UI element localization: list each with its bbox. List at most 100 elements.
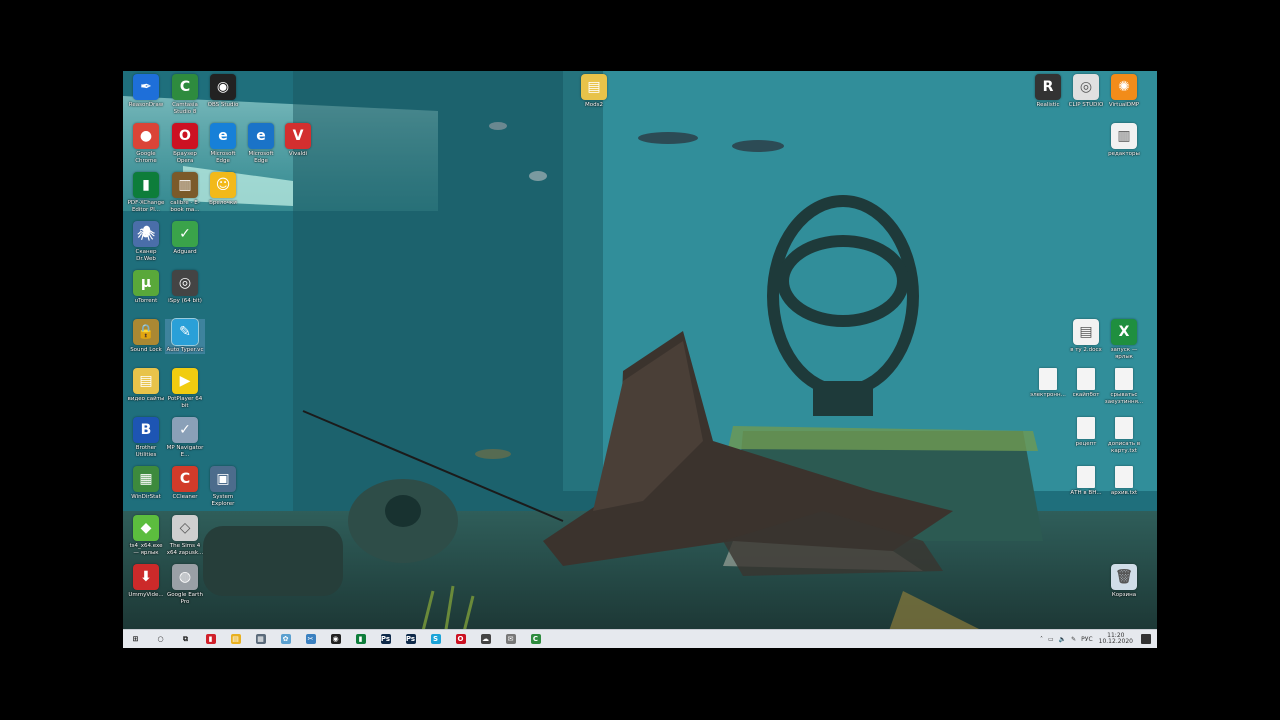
desktop-icon-opera[interactable]: O Браузер Opera [165,123,205,164]
desktop-icon-camtasia[interactable]: C Camtasia Studio 8 [165,74,205,115]
app-icon [1115,417,1133,439]
desktop-icon-utorrent[interactable]: µ uTorrent [126,270,166,305]
desktop-icon-label: Adguard [173,249,197,255]
desktop-icon-ccleaner[interactable]: C CCleaner [165,466,205,501]
desktop-icon-file7[interactable]: архив.txt [1104,466,1144,497]
app-icon: B [133,417,159,443]
desktop-icon-file6[interactable]: АТН в ВН... [1066,466,1106,497]
desktop-icon-autotyper[interactable]: ✎ Auto Typer.vc [165,318,205,354]
taskbar-photoshop2[interactable]: Ps [398,630,423,648]
desktop-icon-chrome[interactable]: ● Google Chrome [126,123,166,164]
volume-icon[interactable]: 🔈 [1059,636,1066,643]
desktop-icon-label: UmmyVide... [128,592,164,598]
desktop-icon-soundlock[interactable]: 🔒 Sound Lock [126,319,166,354]
ummy-icon: ▮ [205,634,216,644]
desktop-icon-file4[interactable]: рецепт [1066,417,1106,448]
desktop-icon-sims2[interactable]: ◇ The Sims 4 x64 zapusk... [165,515,205,556]
desktop-icon-file3[interactable]: срыватьс заеузтиння... [1104,368,1144,405]
desktop-icon-label: срыватьс заеузтиння... [1104,392,1144,405]
desktop-icon-label: Camtasia Studio 8 [172,102,198,115]
taskbar-camtasia[interactable]: C [523,630,548,648]
app-icon [1077,466,1095,488]
taskbar-mail[interactable]: ✉ [498,630,523,648]
desktop-icon-label: Auto Typer.vc [166,347,204,353]
app-icon: ▤ [133,368,159,394]
desktop-icon-file2[interactable]: скайпбот [1066,368,1106,399]
app-icon: 🕷 [133,221,159,247]
desktop-icon-label: System Explorer [211,494,235,507]
taskbar-start[interactable]: ⊞ [123,630,148,648]
desktop-icon-brother[interactable]: B Brother Utilities [126,417,166,458]
pen-icon[interactable]: ✎ [1071,636,1076,643]
app-icon: 🗑 [1111,564,1137,590]
desktop-icon-label: CLIP STUDIO [1068,102,1104,108]
notification-icon[interactable] [1141,634,1151,644]
clock[interactable]: 11:20 10.12.2020 [1099,633,1133,645]
desktop-icon-sysexplorer[interactable]: ▣ System Explorer [203,466,243,507]
desktop-icon-videofolder[interactable]: ▤ видео сайты [126,368,166,403]
desktop-icon-ispy[interactable]: ◎ iSpy (64 bit) [165,270,205,305]
desktop-icon-file5[interactable]: дописать в карту.txt [1104,417,1144,454]
desktop-icon-redaktor[interactable]: ▥ редакторы [1104,123,1144,158]
chat-icon: ☁ [480,634,491,644]
desktop-icon-edge[interactable]: e Microsoft Edge [203,123,243,164]
desktop-icon-label: PotPlayer 64 bit [167,396,203,409]
desktop-icon-xls1[interactable]: Xзапуск — ярлык [1104,319,1144,360]
taskbar-apps: ⊞ ○ ⧉ ▮ ▤ ▦ ✿ ✂ ◉ ▮ Ps Ps S O ☁ ✉ C [123,630,548,648]
desktop-icon-vivaldi[interactable]: V Vivaldi [278,123,318,158]
taskbar-skype[interactable]: S [423,630,448,648]
desktop-icon-ie[interactable]: e Microsoft Edge [241,123,281,164]
desktop-icon-label: скайпбот [1072,392,1100,398]
network-icon[interactable]: ▭ [1048,636,1054,643]
desktop-icon-mp[interactable]: ✓ MP Navigator E... [165,417,205,458]
desktop-icon-label: uTorrent [134,298,158,304]
desktop-icon-smile[interactable]: ☺ Брелочки [203,172,243,207]
app-icon: ◎ [1073,74,1099,100]
desktop-icon-file1[interactable]: электронн... [1028,368,1068,399]
app-icon: ▮ [133,172,159,198]
desktop-icon-virtualdub[interactable]: ✺ VirtualDMP [1104,74,1144,109]
chevron-up-icon[interactable]: ˄ [1040,636,1043,643]
taskbar-ummy[interactable]: ▮ [198,630,223,648]
taskbar-photoshop[interactable]: Ps [373,630,398,648]
language-indicator[interactable]: РУС [1081,636,1092,643]
app-icon: e [210,123,236,149]
app-icon: ◉ [210,74,236,100]
desktop-icon-obs[interactable]: ◉ OBS Studio [203,74,243,109]
taskbar-foxit[interactable]: ▮ [348,630,373,648]
desktop-icon-calibre[interactable]: ▥ calibre - E-book ma... [165,172,205,213]
desktop-icon-reaper[interactable]: R Realistic [1028,74,1068,109]
desktop-icon-label: Mods2 [585,102,603,108]
taskbar-calc[interactable]: ▦ [248,630,273,648]
mail-icon: ✉ [505,634,516,644]
desktop-icon-ummyvideo[interactable]: ⬇ UmmyVide... [126,564,166,599]
desktop-icon-drweb[interactable]: 🕷 Сканер Dr.Web [126,221,166,262]
camtasia-icon: C [530,634,541,644]
taskbar-chat[interactable]: ☁ [473,630,498,648]
desktop-icon-docx1[interactable]: ▤ в ту 2.docx [1066,319,1106,354]
skype-icon: S [430,634,441,644]
taskbar-snip[interactable]: ✂ [298,630,323,648]
taskbar-obs[interactable]: ◉ [323,630,348,648]
desktop-icon-foxit[interactable]: ▮ PDF-XChange Editor Pl... [126,172,166,213]
desktop-icon-potplayer[interactable]: ▶ PotPlayer 64 bit [165,368,205,409]
start-icon: ⊞ [132,635,139,643]
taskbar-taskview[interactable]: ⧉ [173,630,198,648]
taskbar-opera[interactable]: O [448,630,473,648]
desktop-icon-mods2[interactable]: ▤ Mods2 [574,74,614,109]
desktop-icon-clipstudio[interactable]: ◎ CLIP STUDIO [1066,74,1106,109]
desktop-icon-sims1[interactable]: ◆ ts4_x64.exe — ярлык [126,515,166,556]
desktop-icon-recycle[interactable]: 🗑 Корзина [1104,564,1144,599]
taskbar-explorer[interactable]: ▤ [223,630,248,648]
app-icon: e [248,123,274,149]
desktop-icon-reason-icon[interactable]: ✒ ReasonDraw [126,74,166,109]
app-icon: ◍ [172,564,198,590]
taskbar-search[interactable]: ○ [148,630,173,648]
app-icon [1077,368,1095,390]
desktop-icon-label: Microsoft Edge [210,151,236,164]
desktop-icon-windirstat[interactable]: ▦ WinDirStat [126,466,166,501]
taskbar-paint[interactable]: ✿ [273,630,298,648]
app-icon: V [285,123,311,149]
desktop-icon-adguard[interactable]: ✓ Adguard [165,221,205,256]
desktop-icon-googleearth[interactable]: ◍ Google Earth Pro [165,564,205,605]
